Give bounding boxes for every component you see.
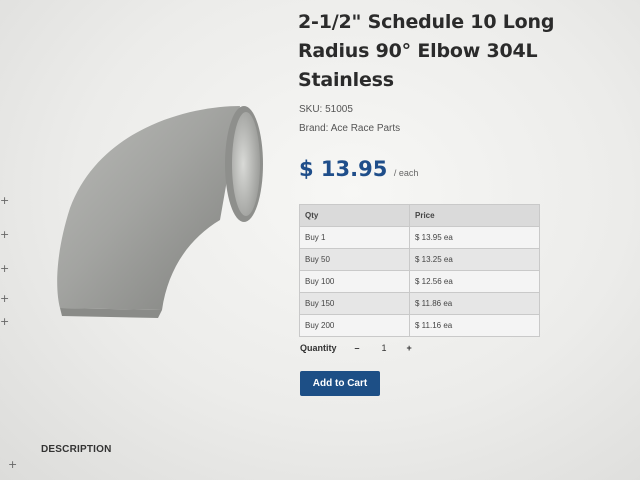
tier-qty: Buy 150 [299, 292, 410, 315]
tier-qty: Buy 1 [299, 226, 410, 249]
quantity-value[interactable]: 1 [382, 343, 387, 353]
product-price: $ 13.95 [299, 157, 388, 181]
quantity-increment-button[interactable]: + [407, 343, 412, 353]
product-title: 2-1/2" Schedule 10 Long Radius 90° Elbow… [298, 11, 555, 91]
tier-price: $ 12.56 ea [409, 270, 540, 293]
table-row: Buy 1 $ 13.95 ea [299, 226, 540, 249]
table-row: Buy 50 $ 13.25 ea [299, 248, 540, 271]
table-row: Buy 200 $ 11.16 ea [299, 314, 540, 337]
add-to-cart-button[interactable]: Add to Cart [300, 371, 380, 396]
volume-pricing-table: Qty Price Buy 1 $ 13.95 ea Buy 50 $ 13.2… [299, 204, 540, 337]
table-row: Buy 150 $ 11.86 ea [299, 292, 540, 315]
price-unit: / each [393, 168, 419, 178]
edge-marker: + [0, 194, 10, 207]
table-header-row: Qty Price [299, 204, 540, 227]
edge-marker: + [0, 292, 10, 305]
edge-marker: + [0, 315, 10, 328]
tier-price: $ 13.25 ea [409, 248, 540, 271]
tab-description[interactable]: DESCRIPTION [41, 444, 112, 455]
quantity-decrement-button[interactable]: – [355, 343, 360, 353]
tier-price: $ 11.16 ea [409, 314, 540, 337]
price-block: $ 13.95 / each [299, 157, 418, 181]
tier-qty: Buy 100 [299, 270, 410, 293]
tier-price: $ 11.86 ea [409, 292, 540, 315]
stainless-elbow-image [57, 106, 263, 318]
product-brand: Brand: Ace Race Parts [299, 123, 401, 134]
edge-marker: + [0, 262, 10, 275]
table-row: Buy 100 $ 12.56 ea [299, 270, 540, 293]
quantity-label: Quantity [300, 343, 337, 353]
column-header-price: Price [409, 204, 540, 227]
quantity-stepper: Quantity – 1 + [300, 343, 412, 353]
left-edge-markers: + + + + + + [0, 0, 24, 480]
edge-marker: + [0, 228, 10, 241]
column-header-qty: Qty [299, 204, 410, 227]
tier-price: $ 13.95 ea [409, 226, 540, 249]
edge-marker: + [8, 458, 18, 471]
tier-qty: Buy 200 [299, 314, 410, 337]
tier-qty: Buy 50 [299, 248, 410, 271]
product-sku: SKU: 51005 [299, 104, 353, 115]
